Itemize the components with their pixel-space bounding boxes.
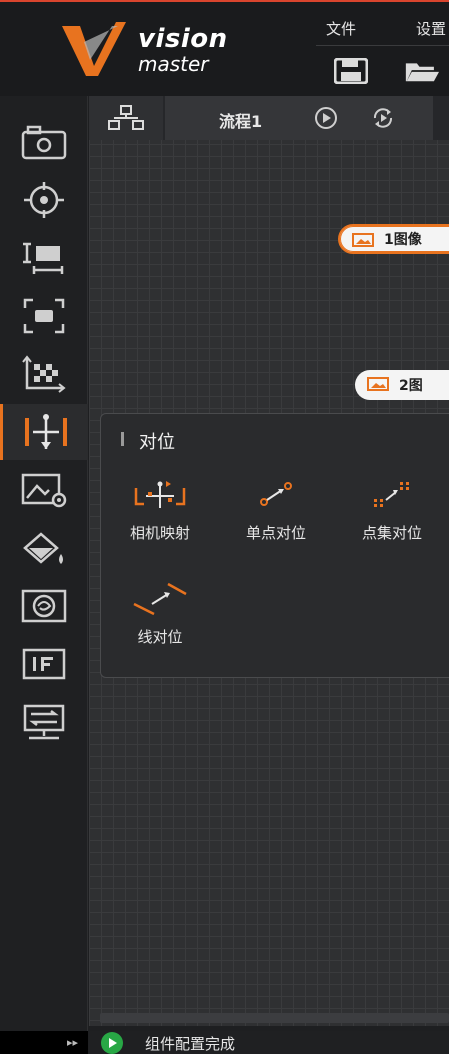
tool-label: 线对位 bbox=[137, 628, 183, 646]
panel-title: 对位 bbox=[139, 432, 175, 453]
process-tree-button[interactable] bbox=[89, 96, 163, 140]
focus-frame-icon bbox=[23, 298, 65, 334]
menu-file[interactable]: 文件 bbox=[326, 18, 356, 39]
open-folder-icon[interactable] bbox=[405, 58, 439, 84]
run-loop-icon[interactable] bbox=[371, 106, 395, 130]
line-align-icon bbox=[133, 582, 187, 616]
sidebar-item-color[interactable] bbox=[0, 520, 88, 576]
camera-mapping-icon bbox=[134, 481, 186, 508]
top-bar: vision master 文件 设置 bbox=[0, 0, 449, 96]
tool-label: 相机映射 bbox=[129, 524, 190, 542]
image-settings-icon bbox=[21, 473, 67, 508]
process-tab-title: 流程1 bbox=[219, 112, 263, 131]
tool-single-point-align[interactable]: 单点对位 bbox=[218, 478, 334, 548]
tool-camera-mapping[interactable]: 相机映射 bbox=[102, 478, 218, 548]
sidebar-item-defect[interactable] bbox=[0, 578, 88, 634]
alignment-tool-panel: 对位 相机映射 单点对位 点集对位 线对位 bbox=[100, 413, 449, 678]
app-logo: vision master bbox=[60, 20, 260, 82]
save-icon[interactable] bbox=[334, 58, 368, 84]
status-message: 组件配置完成 bbox=[145, 1035, 236, 1053]
tool-label: 点集对位 bbox=[361, 524, 422, 542]
menu-bar: 文件 设置 bbox=[316, 10, 449, 46]
alignment-icon bbox=[24, 414, 67, 449]
logo-text-master: master bbox=[138, 52, 209, 76]
menu-settings[interactable]: 设置 bbox=[416, 18, 446, 39]
logo-text-vision: vision bbox=[138, 24, 228, 54]
tool-point-set-align[interactable]: 点集对位 bbox=[334, 478, 449, 548]
sidebar-item-calibration[interactable] bbox=[0, 346, 88, 402]
single-point-align-icon bbox=[260, 482, 292, 506]
camera-icon bbox=[21, 125, 67, 160]
image-node-icon bbox=[367, 377, 389, 391]
sidebar-item-recognize[interactable] bbox=[0, 288, 88, 344]
status-ok-icon bbox=[101, 1032, 123, 1054]
sidebar-item-alignment[interactable] bbox=[0, 404, 88, 460]
app-window: vision master 文件 设置 流程1 1图像 2图 对位 相机映射 单… bbox=[0, 0, 449, 1054]
panel-title-marker bbox=[121, 432, 124, 446]
image-node-icon bbox=[352, 233, 374, 247]
canvas-horizontal-scrollbar[interactable] bbox=[100, 1013, 449, 1023]
calibration-grid-icon bbox=[22, 355, 66, 393]
process-tab-bar: 流程1 bbox=[89, 96, 449, 140]
status-bar: 组件配置完成 bbox=[89, 1031, 449, 1054]
lens-icon bbox=[21, 589, 67, 623]
sidebar-item-camera[interactable] bbox=[0, 114, 88, 170]
sidebar-item-communication[interactable] bbox=[0, 694, 88, 750]
color-fill-icon bbox=[23, 532, 63, 564]
process-tree-icon bbox=[108, 105, 144, 130]
run-once-icon[interactable] bbox=[314, 106, 338, 130]
tool-line-align[interactable]: 线对位 bbox=[102, 582, 218, 652]
flow-node-image-source-2[interactable]: 2图 bbox=[355, 370, 449, 400]
tool-sidebar bbox=[0, 96, 88, 1031]
node-label: 1图像 bbox=[384, 232, 422, 248]
sidebar-item-image-processing[interactable] bbox=[0, 462, 88, 518]
tool-label: 单点对位 bbox=[245, 524, 306, 542]
flow-node-image-source-1[interactable]: 1图像 bbox=[338, 224, 449, 254]
if-logic-icon bbox=[22, 648, 66, 680]
communication-icon bbox=[23, 704, 65, 740]
sidebar-item-logic[interactable] bbox=[0, 636, 88, 692]
node-label: 2图 bbox=[399, 378, 423, 394]
measure-icon bbox=[23, 242, 64, 274]
point-set-align-icon bbox=[374, 482, 409, 507]
sidebar-expand-button[interactable]: ▸▸ bbox=[0, 1031, 88, 1054]
sidebar-item-locate[interactable] bbox=[0, 172, 88, 228]
sidebar-item-measure[interactable] bbox=[0, 230, 88, 286]
crosshair-target-icon bbox=[24, 182, 64, 218]
